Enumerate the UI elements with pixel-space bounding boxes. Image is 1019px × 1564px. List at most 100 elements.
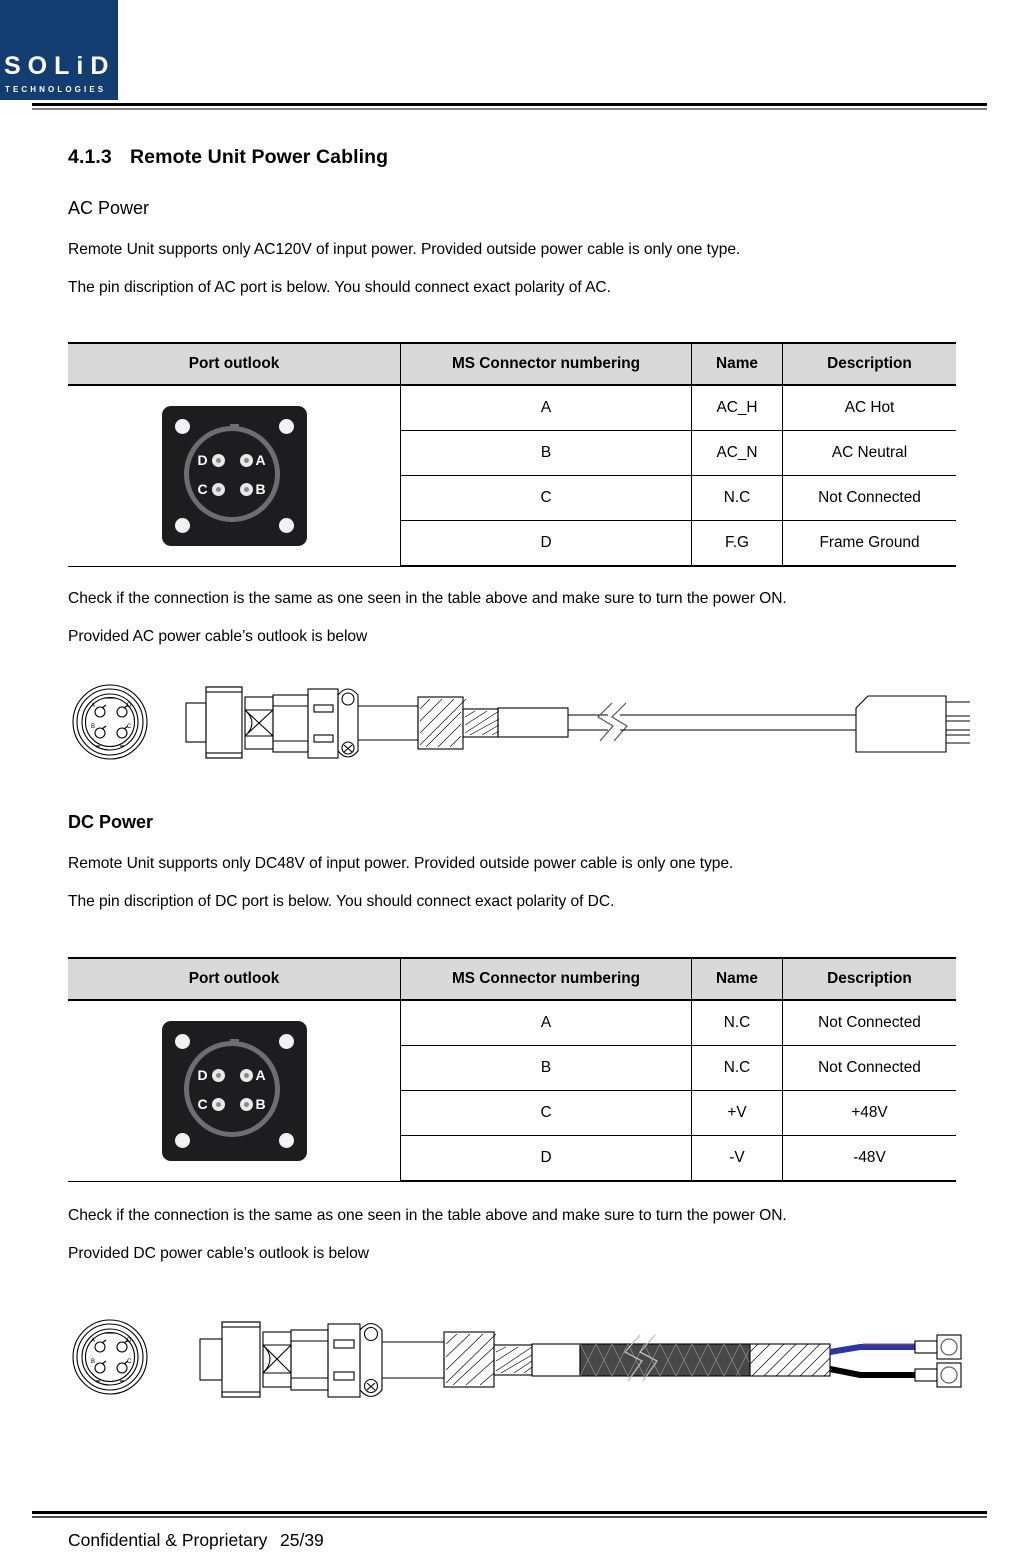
- footer-rule-thin: [32, 1516, 987, 1518]
- table-header-row: Port outlook MS Connector numbering Name…: [68, 342, 956, 386]
- pin-socket-icon: [239, 482, 253, 496]
- connector-keyway: [229, 1038, 239, 1046]
- cell-pin: B: [400, 1045, 692, 1091]
- mounting-hole-icon: [278, 418, 294, 434]
- cell-pin: C: [400, 1090, 692, 1136]
- panel-connector-image: D A C B: [161, 1020, 307, 1161]
- dc-note-line-2: Provided DC power cable’s outlook is bel…: [68, 1245, 369, 1262]
- dc-intro-line-1: Remote Unit supports only DC48V of input…: [68, 855, 734, 872]
- col-port-outlook: Port outlook: [68, 342, 401, 386]
- panel-connector-image: D A C B: [161, 405, 307, 546]
- cell-description: Not Connected: [782, 475, 956, 521]
- svg-text:A: A: [91, 1338, 95, 1344]
- footer-page-number: 25/39: [280, 1530, 324, 1550]
- mounting-hole-icon: [174, 1132, 190, 1148]
- cell-description: Frame Ground: [782, 520, 956, 567]
- pin-socket-icon: [239, 1068, 253, 1082]
- cell-description: Not Connected: [782, 1000, 956, 1046]
- cell-description: -48V: [782, 1135, 956, 1182]
- ac-pinout-table: Port outlook MS Connector numbering Name…: [68, 342, 956, 567]
- section-title: Remote Unit Power Cabling: [130, 146, 389, 168]
- dc-cable-svg: A D B C: [72, 1319, 962, 1398]
- ac-note-line-2: Provided AC power cable’s outlook is bel…: [68, 628, 368, 645]
- cell-pin: C: [400, 475, 692, 521]
- cell-name: F.G: [691, 520, 783, 567]
- header-rule-thin: [32, 108, 987, 110]
- section-number: 4.1.3: [68, 146, 112, 168]
- cell-description: Not Connected: [782, 1045, 956, 1091]
- dc-note-line-1: Check if the connection is the same as o…: [68, 1207, 787, 1224]
- svg-text:B: B: [91, 1359, 95, 1365]
- pin-label-c: C: [197, 1095, 208, 1112]
- section-heading: 4.1.3 Remote Unit Power Cabling: [68, 146, 388, 169]
- col-ms-connector-numbering: MS Connector numbering: [400, 342, 692, 386]
- connector-ring: [183, 425, 280, 522]
- col-ms-connector-numbering: MS Connector numbering: [400, 957, 692, 1001]
- mounting-hole-icon: [174, 418, 190, 434]
- mounting-hole-icon: [278, 517, 294, 533]
- table-header-row: Port outlook MS Connector numbering Name…: [68, 957, 956, 1001]
- pin-socket-icon: [239, 453, 253, 467]
- ac-power-heading: AC Power: [68, 198, 150, 218]
- col-description: Description: [782, 957, 956, 1001]
- svg-text:D: D: [127, 703, 132, 709]
- cell-description: AC Neutral: [782, 430, 956, 476]
- pin-label-a: A: [255, 451, 266, 468]
- col-name: Name: [691, 342, 783, 386]
- table-row: D A C B A AC_H AC Hot: [68, 385, 956, 567]
- pin-label-b: B: [255, 480, 266, 497]
- svg-text:C: C: [127, 1359, 132, 1365]
- col-description: Description: [782, 342, 956, 386]
- cell-name: N.C: [691, 1000, 783, 1046]
- cell-description: AC Hot: [782, 385, 956, 431]
- ac-cable-svg: A D B C: [72, 684, 970, 760]
- cell-description: +48V: [782, 1090, 956, 1136]
- ac-intro-line-1: Remote Unit supports only AC120V of inpu…: [68, 241, 741, 258]
- svg-text:D: D: [127, 1338, 132, 1344]
- dc-intro-line-2: The pin discription of DC port is below.…: [68, 893, 615, 910]
- connector-keyway: [229, 423, 239, 431]
- mounting-hole-icon: [278, 1033, 294, 1049]
- cell-name: -V: [691, 1135, 783, 1182]
- pin-label-d: D: [197, 451, 208, 468]
- ac-intro-line-2: The pin discription of AC port is below.…: [68, 279, 611, 296]
- svg-text:A: A: [91, 703, 95, 709]
- logo-primary-text: SOLiD: [4, 52, 116, 80]
- pin-label-b: B: [255, 1095, 266, 1112]
- pin-socket-icon: [211, 453, 225, 467]
- svg-text:C: C: [127, 724, 132, 730]
- header-rule-thick: [32, 103, 987, 106]
- cell-name: N.C: [691, 1045, 783, 1091]
- pin-label-c: C: [197, 480, 208, 497]
- mounting-hole-icon: [174, 1033, 190, 1049]
- mounting-hole-icon: [278, 1132, 294, 1148]
- mounting-hole-icon: [174, 517, 190, 533]
- pin-socket-icon: [211, 1068, 225, 1082]
- pin-socket-icon: [211, 482, 225, 496]
- cell-name: +V: [691, 1090, 783, 1136]
- ac-note-line-1: Check if the connection is the same as o…: [68, 590, 787, 607]
- dc-power-heading: DC Power: [68, 812, 154, 832]
- footer-confidentiality-text: Confidential & Proprietary: [68, 1530, 268, 1550]
- ac-port-outlook-cell: D A C B: [68, 385, 401, 567]
- dc-pinout-table: Port outlook MS Connector numbering Name…: [68, 957, 956, 1182]
- footer-rule-thick: [32, 1511, 987, 1514]
- pin-label-d: D: [197, 1066, 208, 1083]
- logo-secondary-text: TECHNOLOGIES: [5, 85, 107, 94]
- pin-socket-icon: [239, 1097, 253, 1111]
- solid-logo: SOLiD TECHNOLOGIES: [0, 0, 118, 100]
- cell-pin: D: [400, 1135, 692, 1182]
- cell-pin: A: [400, 385, 692, 431]
- col-port-outlook: Port outlook: [68, 957, 401, 1001]
- ac-cable-diagram: A D B C: [60, 665, 970, 780]
- cell-name: N.C: [691, 475, 783, 521]
- table-row: D A C B A N.C Not Connected: [68, 1000, 956, 1182]
- svg-text:B: B: [91, 724, 95, 730]
- cell-pin: B: [400, 430, 692, 476]
- dc-port-outlook-cell: D A C B: [68, 1000, 401, 1182]
- dc-cable-diagram: A D B C: [60, 1295, 970, 1435]
- cell-name: AC_H: [691, 385, 783, 431]
- cell-name: AC_N: [691, 430, 783, 476]
- pin-socket-icon: [211, 1097, 225, 1111]
- col-name: Name: [691, 957, 783, 1001]
